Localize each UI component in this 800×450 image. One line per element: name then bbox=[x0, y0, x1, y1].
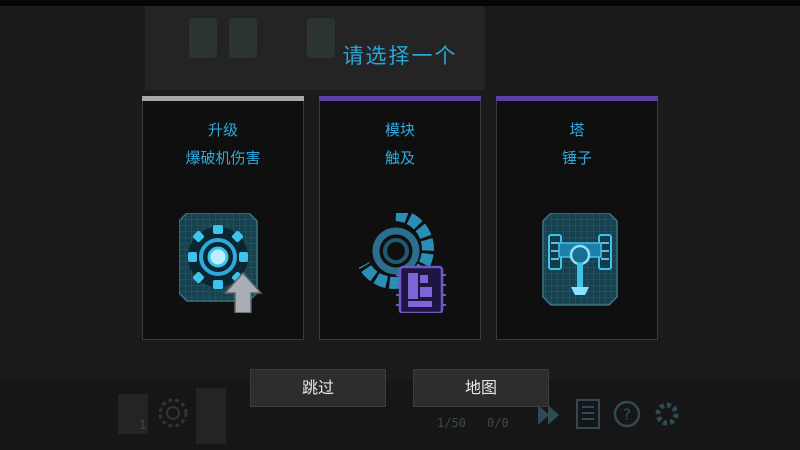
gear-outline-icon bbox=[158, 398, 188, 428]
svg-text:?: ? bbox=[623, 405, 632, 424]
choice-card-upgrade[interactable]: 升级 爆破机伤害 bbox=[142, 96, 304, 340]
background-score: 0/0 bbox=[487, 416, 509, 430]
dialog-title: 请选择一个 bbox=[342, 44, 458, 68]
card-rarity-bar bbox=[496, 96, 658, 101]
card-rarity-bar bbox=[319, 96, 481, 101]
choice-card-tower[interactable]: 塔 锤子 bbox=[496, 96, 658, 340]
card-category: 塔 bbox=[569, 121, 585, 139]
help-icon: ? bbox=[613, 400, 641, 428]
background-wave: 1/50 bbox=[437, 416, 466, 430]
choice-card-module[interactable]: 模块 触及 bbox=[319, 96, 481, 340]
range-ring-chip-icon bbox=[358, 213, 446, 313]
background-card bbox=[196, 388, 226, 444]
hammer-tower-icon bbox=[542, 213, 618, 306]
background-bottom-bar: 1 1/50 0/0 ? bbox=[0, 380, 800, 450]
card-name: 触及 bbox=[384, 149, 415, 167]
background-count: 1 bbox=[139, 418, 147, 432]
card-category: 升级 bbox=[207, 121, 238, 139]
card-name: 锤子 bbox=[561, 149, 592, 167]
list-icon bbox=[576, 399, 600, 429]
reactor-core-upgrade-icon bbox=[179, 213, 263, 313]
card-name: 爆破机伤害 bbox=[185, 149, 261, 167]
card-rarity-bar bbox=[142, 96, 304, 101]
map-button[interactable]: 地图 bbox=[413, 369, 549, 407]
settings-icon bbox=[655, 402, 679, 426]
card-category: 模块 bbox=[384, 121, 415, 139]
skip-button[interactable]: 跳过 bbox=[250, 369, 386, 407]
